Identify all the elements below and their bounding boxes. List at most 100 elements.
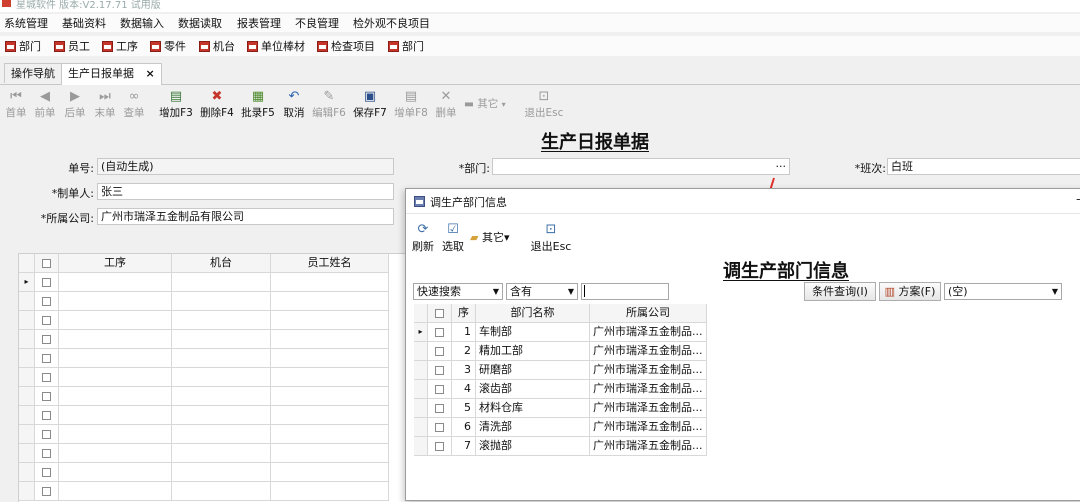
grid-cell[interactable] — [172, 425, 271, 444]
grid-cell[interactable] — [172, 406, 271, 425]
grid-cell[interactable] — [271, 444, 389, 463]
quick-employee[interactable]: 员工 — [54, 38, 90, 54]
grid-cell[interactable] — [59, 311, 172, 330]
grid-cell[interactable] — [59, 387, 172, 406]
checkbox[interactable] — [42, 277, 51, 287]
dialog-exit-button[interactable]: ⊡ 退出Esc — [530, 221, 572, 254]
checkbox[interactable] — [42, 391, 51, 401]
column-header-machine[interactable]: 机台 — [172, 254, 271, 273]
row-checkbox-cell[interactable] — [428, 380, 452, 399]
menu-appearance-defects[interactable]: 检外观不良项目 — [353, 15, 430, 31]
grid-cell[interactable] — [59, 349, 172, 368]
row-checkbox-cell[interactable] — [35, 482, 59, 501]
grid-cell[interactable] — [271, 349, 389, 368]
column-header-process[interactable]: 工序 — [59, 254, 172, 273]
checkbox[interactable] — [435, 441, 444, 451]
other-button[interactable]: ▬ 其它 ▾ — [464, 96, 516, 111]
save-button[interactable]: ▣ 保存F7 — [352, 88, 388, 120]
grid-cell[interactable] — [172, 292, 271, 311]
checkbox[interactable] — [42, 448, 51, 458]
grid-cell[interactable] — [271, 292, 389, 311]
row-checkbox-cell[interactable] — [428, 361, 452, 380]
tab-close-icon[interactable]: × — [146, 67, 155, 80]
dept-no-cell[interactable]: 4 — [452, 380, 476, 399]
dept-company-cell[interactable]: 广州市瑞泽五金制品... — [590, 323, 707, 342]
row-checkbox-cell[interactable] — [35, 463, 59, 482]
row-checkbox-cell[interactable] — [428, 342, 452, 361]
first-button[interactable]: ⏮ 首单 — [4, 88, 28, 120]
column-header-no[interactable]: 序 — [452, 304, 476, 323]
last-button[interactable]: ⏭ 末单 — [92, 88, 118, 120]
dept-company-cell[interactable]: 广州市瑞泽五金制品... — [590, 342, 707, 361]
quick-process[interactable]: 工序 — [102, 38, 138, 54]
checkbox[interactable] — [42, 429, 51, 439]
dialog-other-button[interactable]: ▰ 其它▾ — [470, 229, 526, 245]
grid-cell[interactable] — [59, 425, 172, 444]
order-no-field[interactable]: (自动生成) — [97, 158, 394, 175]
delete-button[interactable]: ✖ 删除F4 — [199, 88, 235, 120]
checkbox[interactable] — [42, 296, 51, 306]
ellipsis-icon[interactable]: ··· — [776, 159, 787, 174]
plan-select[interactable]: (空) ▼ — [944, 283, 1062, 300]
grid-cell[interactable] — [59, 444, 172, 463]
grid-cell[interactable] — [271, 273, 389, 292]
dept-company-cell[interactable]: 广州市瑞泽五金制品... — [590, 437, 707, 456]
checkbox[interactable] — [42, 410, 51, 420]
dept-no-cell[interactable]: 2 — [452, 342, 476, 361]
checkbox[interactable] — [435, 365, 444, 375]
checkbox[interactable] — [435, 384, 444, 394]
grid-cell[interactable] — [271, 463, 389, 482]
edit-button[interactable]: ✎ 编辑F6 — [311, 88, 347, 120]
grid-cell[interactable] — [59, 292, 172, 311]
dept-name-cell[interactable]: 滚抛部 — [476, 437, 590, 456]
column-header-dept-name[interactable]: 部门名称 — [476, 304, 590, 323]
grid-cell[interactable] — [271, 311, 389, 330]
grid-cell[interactable] — [172, 273, 271, 292]
row-checkbox-cell[interactable] — [35, 425, 59, 444]
dept-field[interactable]: ··· — [492, 158, 790, 175]
quick-inspect-item[interactable]: 检查项目 — [317, 38, 375, 54]
menu-data-read[interactable]: 数据读取 — [178, 15, 222, 31]
row-checkbox-cell[interactable] — [35, 387, 59, 406]
delete-order-button[interactable]: ✕ 删单 — [433, 88, 459, 120]
grid-cell[interactable] — [271, 425, 389, 444]
grid-select-all[interactable] — [428, 304, 452, 323]
row-checkbox-cell[interactable] — [35, 406, 59, 425]
quick-unit-bar[interactable]: 单位棒材 — [247, 38, 305, 54]
row-checkbox-cell[interactable] — [35, 349, 59, 368]
checkbox[interactable] — [42, 353, 51, 363]
menu-reports[interactable]: 报表管理 — [237, 15, 281, 31]
dept-company-cell[interactable]: 广州市瑞泽五金制品... — [590, 399, 707, 418]
maker-field[interactable]: 张三 — [97, 183, 394, 200]
row-checkbox-cell[interactable] — [35, 444, 59, 463]
prev-button[interactable]: ◀ 前单 — [32, 88, 58, 120]
row-checkbox-cell[interactable] — [428, 437, 452, 456]
add-order-button[interactable]: ▤ 增单F8 — [393, 88, 429, 120]
dept-name-cell[interactable]: 滚齿部 — [476, 380, 590, 399]
checkbox[interactable] — [42, 486, 51, 496]
grid-cell[interactable] — [271, 482, 389, 501]
column-header-company[interactable]: 所属公司 — [590, 304, 707, 323]
dept-no-cell[interactable]: 6 — [452, 418, 476, 437]
search-input[interactable] — [581, 283, 669, 300]
grid-cell[interactable] — [271, 387, 389, 406]
company-field[interactable]: 广州市瑞泽五金制品有限公司 — [97, 208, 394, 225]
menu-system[interactable]: 系统管理 — [4, 15, 48, 31]
checkbox[interactable] — [435, 327, 444, 337]
condition-query-button[interactable]: 条件查询(I) — [804, 282, 876, 301]
checkbox[interactable] — [42, 467, 51, 477]
row-checkbox-cell[interactable] — [35, 368, 59, 387]
dept-no-cell[interactable]: 1 — [452, 323, 476, 342]
grid-cell[interactable] — [59, 482, 172, 501]
refresh-button[interactable]: ⟳ 刷新 — [410, 221, 436, 254]
checkbox[interactable] — [435, 403, 444, 413]
row-checkbox-cell[interactable] — [428, 323, 452, 342]
dept-no-cell[interactable]: 3 — [452, 361, 476, 380]
select-button[interactable]: ☑ 选取 — [440, 221, 466, 254]
dept-no-cell[interactable]: 7 — [452, 437, 476, 456]
tab-daily-report[interactable]: 生产日报单据 × — [61, 63, 162, 85]
grid-cell[interactable] — [172, 444, 271, 463]
grid-cell[interactable] — [271, 368, 389, 387]
cancel-button[interactable]: ↶ 取消 — [281, 88, 307, 120]
checkbox[interactable] — [42, 258, 51, 268]
